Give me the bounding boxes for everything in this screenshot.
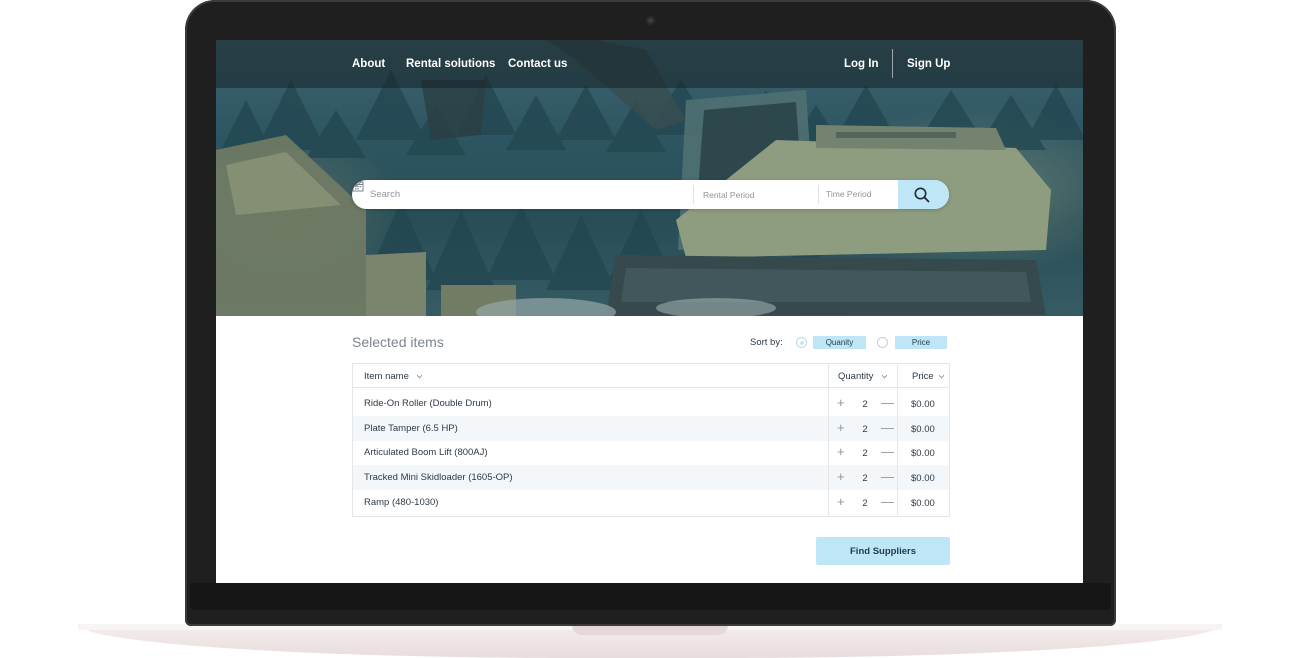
sort-radio-price[interactable]: [877, 337, 888, 348]
nav-link-rental-solutions[interactable]: Rental solutions: [406, 58, 495, 70]
price-value: $0.00: [911, 448, 935, 459]
increase-quantity-button[interactable]: +: [837, 421, 845, 434]
table-row: Articulated Boom Lift (800AJ) + 2 — $0.0…: [353, 440, 949, 465]
nav-link-about[interactable]: About: [352, 58, 385, 70]
column-header-quantity[interactable]: Quantity: [838, 371, 873, 382]
decrease-quantity-button[interactable]: —: [881, 421, 894, 434]
decrease-quantity-button[interactable]: —: [881, 495, 894, 508]
quantity-value: 2: [862, 473, 868, 484]
time-period-dropdown[interactable]: Time Period: [826, 189, 872, 199]
quantity-value: 2: [862, 448, 868, 459]
decrease-quantity-button[interactable]: —: [881, 445, 894, 458]
item-name: Ride-On Roller (Double Drum): [364, 398, 492, 409]
decrease-quantity-button[interactable]: —: [881, 470, 894, 483]
hero-banner: About Rental solutions Contact us Log In…: [216, 40, 1083, 316]
camera-icon: [646, 16, 655, 25]
increase-quantity-button[interactable]: +: [837, 445, 845, 458]
login-link[interactable]: Log In: [844, 58, 879, 70]
search-input[interactable]: [370, 180, 690, 209]
item-name: Tracked Mini Skidloader (1605-OP): [364, 472, 513, 483]
increase-quantity-button[interactable]: +: [837, 396, 845, 409]
search-bar: Rental Period Time Period: [352, 180, 949, 209]
table-row: Ramp (480-1030) + 2 — $0.00: [353, 490, 949, 515]
quantity-value: 2: [862, 424, 868, 435]
selected-items-table: Item name Quantity Price Ride-On Roller …: [352, 363, 950, 517]
sort-label: Sort by:: [750, 337, 783, 348]
laptop-bezel: [190, 583, 1111, 610]
rental-period-field[interactable]: Rental Period: [703, 190, 755, 200]
column-divider: [897, 364, 898, 516]
chevron-down-icon[interactable]: [352, 180, 361, 189]
chevron-down-icon[interactable]: [938, 373, 945, 380]
find-suppliers-button[interactable]: Find Suppliers: [816, 537, 950, 565]
column-header-item-name[interactable]: Item name: [364, 371, 409, 382]
increase-quantity-button[interactable]: +: [837, 495, 845, 508]
chevron-down-icon[interactable]: [881, 373, 888, 380]
nav-link-contact-us[interactable]: Contact us: [508, 58, 567, 70]
item-name: Ramp (480-1030): [364, 497, 439, 508]
table-header: Item name Quantity Price: [353, 364, 949, 388]
item-name: Articulated Boom Lift (800AJ): [364, 447, 488, 458]
section-title: Selected items: [352, 334, 444, 350]
price-value: $0.00: [911, 424, 935, 435]
table-row: Tracked Mini Skidloader (1605-OP) + 2 — …: [353, 465, 949, 490]
price-value: $0.00: [911, 399, 935, 410]
price-value: $0.00: [911, 498, 935, 509]
signup-link[interactable]: Sign Up: [907, 58, 950, 70]
table-row: Plate Tamper (6.5 HP) + 2 — $0.00: [353, 416, 949, 441]
screen: About Rental solutions Contact us Log In…: [216, 40, 1083, 583]
increase-quantity-button[interactable]: +: [837, 470, 845, 483]
column-divider: [828, 364, 829, 516]
quantity-value: 2: [862, 399, 868, 410]
nav-divider: [892, 49, 893, 78]
column-header-price[interactable]: Price: [912, 371, 934, 382]
search-divider: [818, 185, 819, 204]
sort-radio-quantity[interactable]: [796, 337, 807, 348]
sort-option-price[interactable]: Price: [895, 336, 947, 349]
decrease-quantity-button[interactable]: —: [881, 396, 894, 409]
table-row: Ride-On Roller (Double Drum) + 2 — $0.00: [353, 391, 949, 416]
item-name: Plate Tamper (6.5 HP): [364, 423, 458, 434]
top-nav: About Rental solutions Contact us Log In…: [216, 40, 1083, 88]
quantity-value: 2: [862, 498, 868, 509]
sort-option-quantity[interactable]: Quanity: [813, 336, 866, 349]
search-divider: [693, 185, 694, 204]
search-button[interactable]: [898, 180, 949, 209]
price-value: $0.00: [911, 473, 935, 484]
search-icon: [914, 187, 930, 203]
chevron-down-icon[interactable]: [416, 373, 423, 380]
